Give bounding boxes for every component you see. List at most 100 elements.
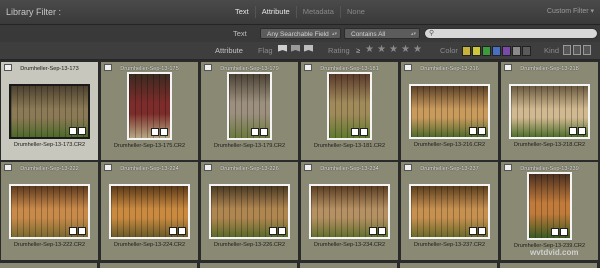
- color-label: Color: [440, 46, 458, 55]
- color-swatch-green[interactable]: [482, 46, 491, 56]
- grid-cell[interactable]: Drumheller-Sep-13-226 Drumheller-Sep-13-2…: [201, 162, 298, 260]
- badge-icon[interactable]: [469, 127, 477, 135]
- grid-cell[interactable]: Drumheller-Sep-13-216 Drumheller-Sep-13-2…: [401, 62, 498, 160]
- badge-icon[interactable]: [278, 227, 286, 235]
- select-arrows-icon: ▴▾: [331, 31, 337, 37]
- custom-filter-select[interactable]: Custom Filter ▾: [547, 7, 594, 15]
- attribute-label: Attribute: [215, 46, 243, 55]
- color-swatch-yellow[interactable]: [472, 46, 481, 56]
- cell-caption: Drumheller-Sep-13-173.CR2: [13, 142, 86, 148]
- photo-thumbnail[interactable]: [527, 172, 572, 240]
- badge-icon[interactable]: [351, 128, 359, 136]
- watermark-text: wvtdvid.com: [530, 248, 579, 257]
- kind-master-icon[interactable]: [563, 45, 571, 55]
- grid-cell-partial: [400, 263, 497, 268]
- cell-caption: Drumheller-Sep-13-237.CR2: [413, 242, 486, 248]
- photo-thumbnail[interactable]: [9, 84, 90, 139]
- mode-none[interactable]: None: [339, 6, 371, 18]
- color-swatch-blue[interactable]: [492, 46, 501, 56]
- grid-cell[interactable]: Drumheller-Sep-13-224 Drumheller-Sep-13-2…: [101, 162, 198, 260]
- cell-caption: Drumheller-Sep-13-224.CR2: [113, 242, 186, 248]
- badge-icon[interactable]: [578, 127, 586, 135]
- cell-filename: Drumheller-Sep-13-224: [120, 166, 179, 172]
- photo-thumbnail[interactable]: [109, 184, 190, 239]
- thumbnail-badges: [351, 128, 368, 136]
- library-filter-bar: Library Filter : Text Attribute Metadata…: [0, 0, 600, 25]
- library-filter-title: Library Filter :: [6, 7, 62, 17]
- color-swatch-custom[interactable]: [512, 46, 521, 56]
- kind-virtual-copy-icon[interactable]: [573, 45, 581, 55]
- cell-caption: Drumheller-Sep-13-216.CR2: [413, 142, 486, 148]
- kind-label: Kind: [544, 46, 560, 55]
- badge-icon[interactable]: [478, 227, 486, 235]
- pick-flag-icon[interactable]: [278, 45, 287, 52]
- badge-icon[interactable]: [378, 227, 386, 235]
- badge-icon[interactable]: [360, 128, 368, 136]
- grid-cell[interactable]: Drumheller-Sep-13-181 Drumheller-Sep-13-1…: [301, 62, 398, 160]
- rejected-flag-icon[interactable]: [304, 45, 313, 52]
- photo-thumbnail[interactable]: [327, 72, 372, 140]
- grid-cell[interactable]: Drumheller-Sep-13-218 Drumheller-Sep-13-2…: [501, 62, 598, 160]
- badge-icon[interactable]: [69, 227, 77, 235]
- badge-icon[interactable]: [160, 128, 168, 136]
- grid-cell-partial: [500, 263, 597, 268]
- cell-filename: Drumheller-Sep-13-216: [420, 66, 479, 72]
- badge-icon[interactable]: [260, 128, 268, 136]
- grid-cell[interactable]: Drumheller-Sep-13-173 Drumheller-Sep-13-1…: [1, 62, 98, 160]
- badge-icon[interactable]: [551, 228, 559, 236]
- grid-cell[interactable]: Drumheller-Sep-13-175 Drumheller-Sep-13-1…: [101, 62, 198, 160]
- badge-icon[interactable]: [78, 127, 86, 135]
- photo-thumbnail[interactable]: [127, 72, 172, 140]
- mode-metadata[interactable]: Metadata: [295, 6, 340, 18]
- badge-icon[interactable]: [369, 227, 377, 235]
- cell-caption: Drumheller-Sep-13-181.CR2: [313, 143, 386, 149]
- badge-icon[interactable]: [569, 127, 577, 135]
- photo-thumbnail[interactable]: [409, 184, 490, 239]
- thumbnail-badges: [369, 227, 386, 235]
- badge-icon[interactable]: [151, 128, 159, 136]
- badge-icon[interactable]: [478, 127, 486, 135]
- grid-cell[interactable]: Drumheller-Sep-13-234 Drumheller-Sep-13-2…: [301, 162, 398, 260]
- cell-filename: Drumheller-Sep-13-222: [20, 166, 79, 172]
- thumbnail-badges: [269, 227, 286, 235]
- thumbnail-badges: [69, 227, 86, 235]
- badge-icon[interactable]: [169, 227, 177, 235]
- rating-operator[interactable]: ≥: [356, 46, 360, 55]
- badge-icon[interactable]: [69, 127, 77, 135]
- badge-icon[interactable]: [469, 227, 477, 235]
- grid-cell[interactable]: Drumheller-Sep-13-237 Drumheller-Sep-13-2…: [401, 162, 498, 260]
- photo-thumbnail[interactable]: [509, 84, 590, 139]
- color-swatch-none[interactable]: [522, 46, 531, 56]
- flag-label: Flag: [258, 46, 273, 55]
- star-icon[interactable]: ★: [413, 44, 422, 55]
- photo-thumbnail[interactable]: [309, 184, 390, 239]
- color-swatch-purple[interactable]: [502, 46, 511, 56]
- unflagged-icon[interactable]: [291, 45, 300, 52]
- photo-thumbnail[interactable]: [9, 184, 90, 239]
- grid-cell[interactable]: Drumheller-Sep-13-239 Drumheller-Sep-13-2…: [501, 162, 598, 260]
- grid-cell[interactable]: Drumheller-Sep-13-222 Drumheller-Sep-13-2…: [1, 162, 98, 260]
- badge-icon[interactable]: [269, 227, 277, 235]
- searchable-field-select[interactable]: Any Searchable Field ▴▾: [260, 28, 341, 39]
- mode-attribute[interactable]: Attribute: [254, 6, 296, 18]
- search-input[interactable]: ⚲: [424, 28, 598, 39]
- rule-select[interactable]: Contains All ▴▾: [344, 28, 420, 39]
- badge-icon[interactable]: [178, 227, 186, 235]
- star-icon[interactable]: ★: [401, 44, 410, 55]
- photo-thumbnail[interactable]: [409, 84, 490, 139]
- photo-thumbnail[interactable]: [227, 72, 272, 140]
- filter-mode-tabs: Text Attribute Metadata None: [229, 6, 371, 18]
- mode-text[interactable]: Text: [229, 6, 255, 18]
- photo-thumbnail[interactable]: [209, 184, 290, 239]
- badge-icon[interactable]: [560, 228, 568, 236]
- thumbnail-badges: [469, 127, 486, 135]
- kind-video-icon[interactable]: [583, 45, 591, 55]
- star-icon[interactable]: ★: [365, 44, 374, 55]
- color-swatch-red[interactable]: [462, 46, 471, 56]
- cell-caption: Drumheller-Sep-13-234.CR2: [313, 242, 386, 248]
- star-icon[interactable]: ★: [389, 44, 398, 55]
- badge-icon[interactable]: [251, 128, 259, 136]
- badge-icon[interactable]: [78, 227, 86, 235]
- star-icon[interactable]: ★: [377, 44, 386, 55]
- grid-cell[interactable]: Drumheller-Sep-13-179 Drumheller-Sep-13-1…: [201, 62, 298, 160]
